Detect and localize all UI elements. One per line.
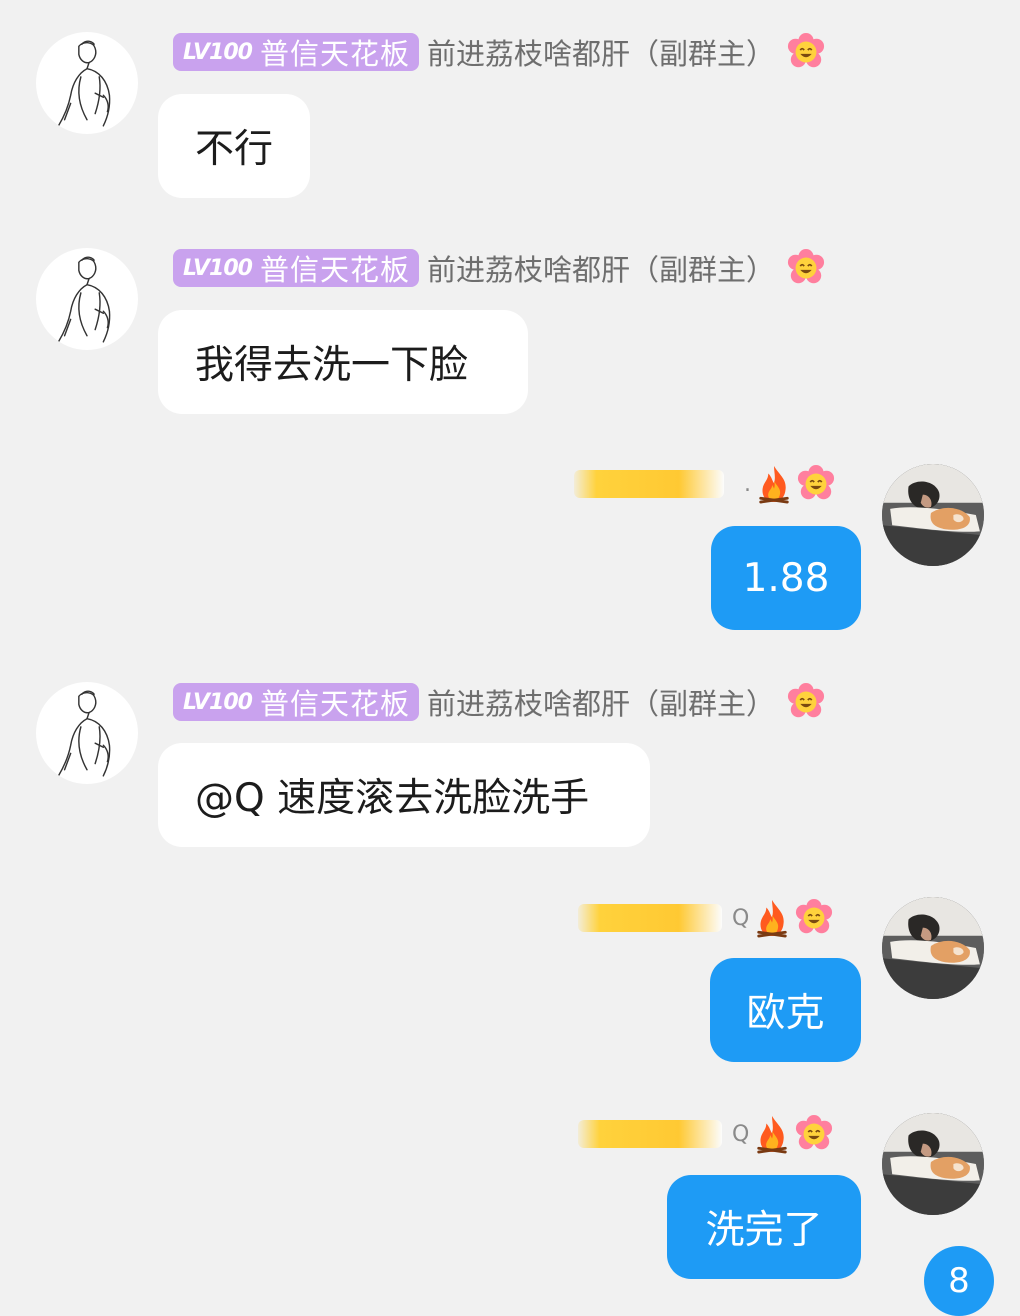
- sender-meta: Q: [578, 896, 833, 940]
- flower-emoji-icon: [787, 683, 825, 721]
- flower-emoji-icon: [795, 899, 833, 937]
- message-bubble[interactable]: 洗完了: [667, 1175, 861, 1279]
- my-avatar[interactable]: [882, 897, 984, 999]
- message-bubble[interactable]: 1.88: [711, 526, 861, 630]
- sketch-avatar-icon: [36, 248, 138, 350]
- flower-emoji-icon: [787, 33, 825, 71]
- fire-emoji-icon: [753, 898, 791, 938]
- message-text: 洗完了: [705, 1208, 823, 1253]
- level-label: LV100: [183, 255, 253, 281]
- sketch-avatar-icon: [36, 682, 138, 784]
- blurred-sender-name: [578, 904, 722, 932]
- flower-emoji-icon: [787, 249, 825, 287]
- level-badge: LV100 普信天花板: [173, 683, 419, 721]
- level-label: LV100: [183, 39, 253, 65]
- sender-meta: LV100 普信天花板 前进荔枝啥都肝（副群主）: [173, 680, 825, 724]
- sender-name[interactable]: 前进荔枝啥都肝（副群主）: [427, 681, 775, 723]
- sender-meta: Q: [578, 1112, 833, 1156]
- photo-avatar-icon: [882, 897, 984, 999]
- message-text: 1.88: [742, 555, 830, 601]
- blurred-sender-name: [578, 1120, 722, 1148]
- member-title: 普信天花板: [259, 687, 410, 721]
- message-text: 我得去洗一下脸: [195, 343, 469, 388]
- photo-avatar-icon: [882, 464, 984, 566]
- sender-name-suffix: .: [744, 471, 751, 497]
- message-bubble[interactable]: 不行: [158, 94, 310, 198]
- sender-meta: LV100 普信天花板 前进荔枝啥都肝（副群主）: [173, 30, 825, 74]
- level-label: LV100: [183, 689, 253, 715]
- fire-emoji-icon: [753, 1114, 791, 1154]
- sender-meta: LV100 普信天花板 前进荔枝啥都肝（副群主）: [173, 246, 825, 290]
- flower-emoji-icon: [795, 1115, 833, 1153]
- message-bubble[interactable]: 我得去洗一下脸: [158, 310, 528, 414]
- sender-avatar[interactable]: [36, 32, 138, 134]
- flower-emoji-icon: [797, 465, 835, 503]
- sender-name[interactable]: 前进荔枝啥都肝（副群主）: [427, 31, 775, 73]
- sender-name-suffix: Q: [732, 1121, 750, 1147]
- message-bubble[interactable]: @Q 速度滚去洗脸洗手: [158, 743, 650, 847]
- unread-count: 8: [948, 1261, 970, 1301]
- sender-name-suffix: Q: [732, 905, 750, 931]
- member-title: 普信天花板: [259, 37, 410, 71]
- sketch-avatar-icon: [36, 32, 138, 134]
- blurred-sender-name: [574, 470, 724, 498]
- sender-name[interactable]: 前进荔枝啥都肝（副群主）: [427, 247, 775, 289]
- message-bubble[interactable]: 欧克: [710, 958, 861, 1062]
- message-text: @Q 速度滚去洗脸洗手: [195, 776, 590, 821]
- message-text: 不行: [195, 127, 274, 172]
- fire-emoji-icon: [755, 464, 793, 504]
- level-badge: LV100 普信天花板: [173, 33, 419, 71]
- member-title: 普信天花板: [259, 253, 410, 287]
- message-text: 欧克: [746, 991, 825, 1036]
- my-avatar[interactable]: [882, 464, 984, 566]
- sender-avatar[interactable]: [36, 248, 138, 350]
- photo-avatar-icon: [882, 1113, 984, 1215]
- sender-avatar[interactable]: [36, 682, 138, 784]
- my-avatar[interactable]: [882, 1113, 984, 1215]
- level-badge: LV100 普信天花板: [173, 249, 419, 287]
- sender-meta: .: [574, 462, 835, 506]
